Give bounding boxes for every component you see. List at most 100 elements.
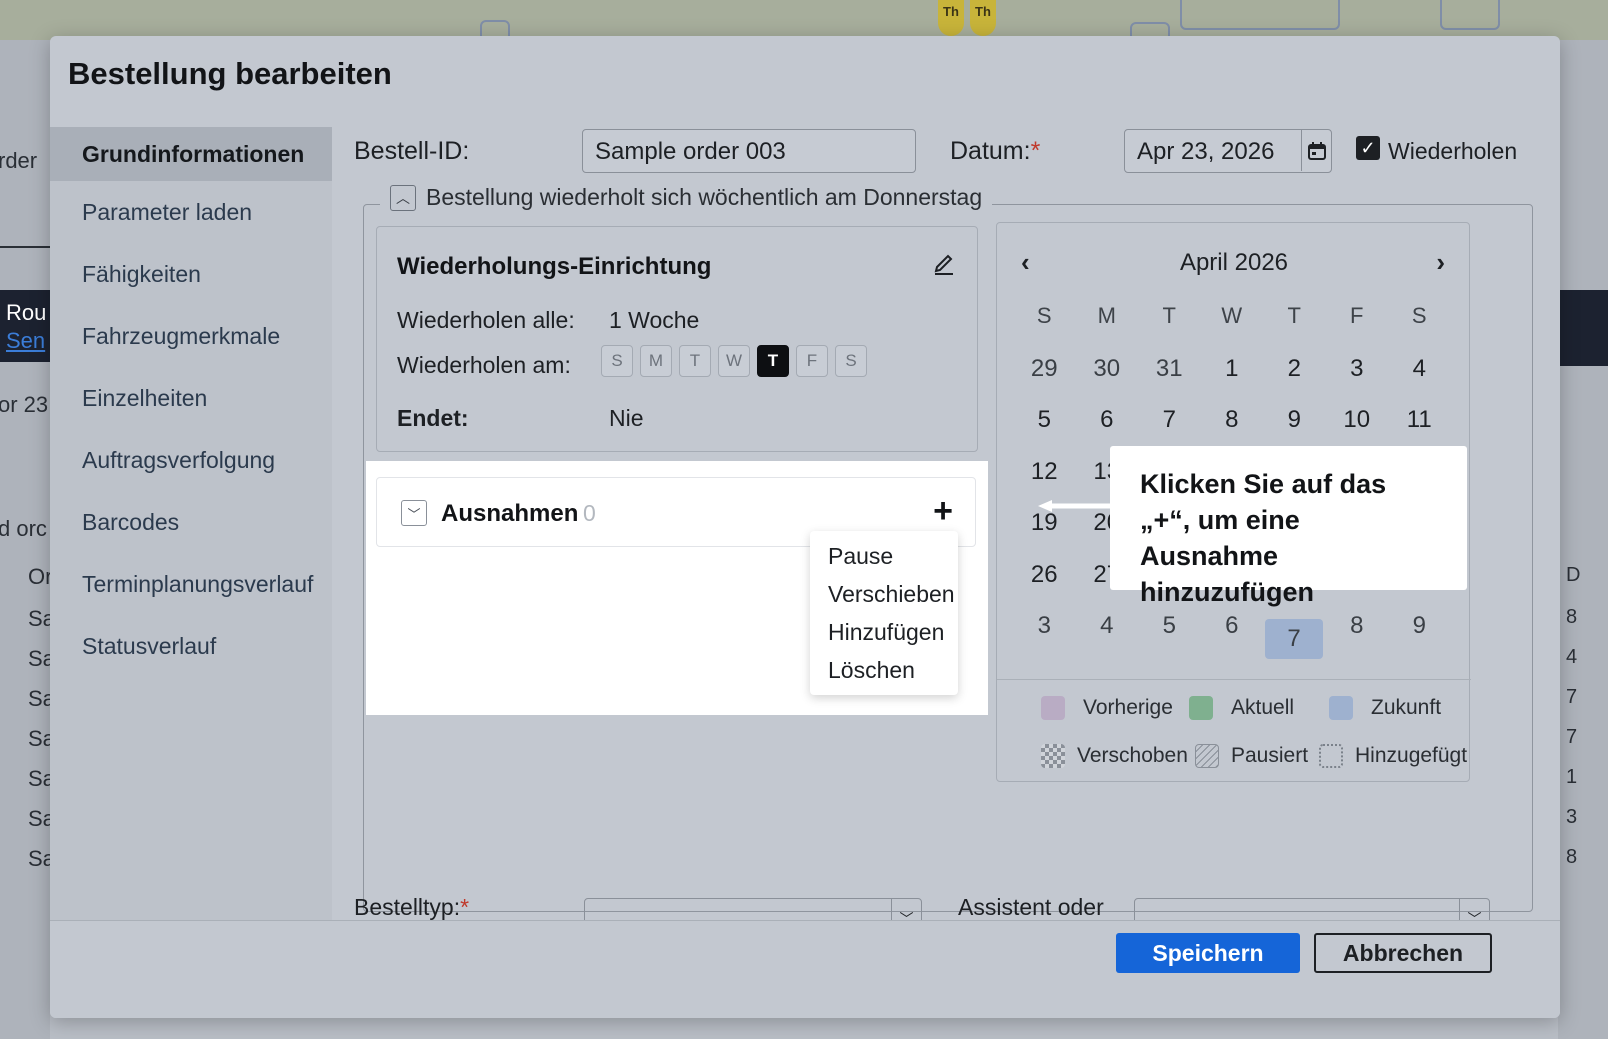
background-text: 3 bbox=[1566, 806, 1578, 828]
weekday-chip-thursday[interactable]: T bbox=[757, 345, 789, 377]
date-input[interactable]: Apr 23, 2026 bbox=[1124, 129, 1332, 173]
dialog-title: Bestellung bearbeiten bbox=[68, 56, 392, 91]
background-text: Sa bbox=[28, 606, 50, 631]
calendar-day[interactable]: 8 bbox=[1326, 601, 1389, 653]
background-link[interactable]: Sen bbox=[6, 328, 50, 354]
sidenav-item-scheduling-history[interactable]: Terminplanungsverlauf bbox=[50, 553, 332, 615]
calendar-day[interactable]: 29 bbox=[1013, 343, 1076, 395]
background-text: Sa bbox=[28, 726, 50, 751]
required-mark: * bbox=[1030, 137, 1041, 165]
exceptions-title: Ausnahmen bbox=[441, 500, 579, 527]
save-button[interactable]: Speichern bbox=[1116, 933, 1300, 973]
calendar-day[interactable]: 26 bbox=[1013, 549, 1076, 601]
sidenav-item-load-parameters[interactable]: Parameter laden bbox=[50, 181, 332, 243]
background-text: Rou bbox=[6, 300, 47, 325]
calendar-picker-icon[interactable] bbox=[1301, 130, 1331, 171]
background-text: 7 bbox=[1566, 726, 1578, 748]
dialog-sidenav: Grundinformationen Parameter laden Fähig… bbox=[50, 127, 332, 957]
legend-item-moved: Verschoben bbox=[1041, 744, 1188, 768]
menu-item-delete[interactable]: Löschen bbox=[810, 651, 958, 689]
calendar-day[interactable]: 11 bbox=[1388, 395, 1451, 447]
background-text: Sa bbox=[28, 646, 50, 671]
sidenav-item-details[interactable]: Einzelheiten bbox=[50, 367, 332, 429]
calendar-legend: Vorherige Aktuell Zukunft Verschoben Pau… bbox=[997, 679, 1471, 768]
exceptions-count: 0 bbox=[583, 500, 596, 526]
map-road bbox=[1440, 0, 1500, 30]
exception-type-menu: Pause Verschieben Hinzufügen Löschen bbox=[810, 531, 958, 695]
chevron-up-icon[interactable]: ︿ bbox=[390, 184, 416, 211]
sidenav-item-capabilities[interactable]: Fähigkeiten bbox=[50, 243, 332, 305]
background-text: D bbox=[1566, 564, 1581, 586]
calendar-day[interactable]: 9 bbox=[1263, 395, 1326, 447]
ends-label: Endet: bbox=[397, 405, 469, 431]
calendar-day[interactable]: 9 bbox=[1388, 601, 1451, 653]
calendar-day[interactable]: 30 bbox=[1076, 343, 1139, 395]
weekday-chip-monday[interactable]: M bbox=[640, 345, 672, 377]
legend-item-previous: Vorherige bbox=[1041, 696, 1173, 720]
weekday-chips: S M T W T F S bbox=[601, 345, 867, 377]
calendar-day[interactable]: 1 bbox=[1201, 343, 1264, 395]
weekday-header: M bbox=[1097, 303, 1116, 328]
date-label: Datum:* bbox=[950, 137, 1041, 165]
calendar-day[interactable]: 7 bbox=[1265, 618, 1323, 659]
sidenav-item-basic-info[interactable]: Grundinformationen bbox=[50, 127, 332, 181]
assigned-label: Assistent oder bbox=[958, 894, 1104, 920]
repeat-every-label: Wiederholen alle: bbox=[397, 307, 575, 333]
background-text: 8 bbox=[1566, 846, 1578, 868]
sidenav-item-status-history[interactable]: Statusverlauf bbox=[50, 615, 332, 677]
weekday-chip-wednesday[interactable]: W bbox=[718, 345, 750, 377]
weekday-chip-sunday[interactable]: S bbox=[601, 345, 633, 377]
order-type-label: Bestelltyp:* bbox=[354, 894, 470, 920]
calendar-day[interactable]: 4 bbox=[1388, 343, 1451, 395]
repeat-on-label: Wiederholen am: bbox=[397, 352, 571, 378]
menu-item-add[interactable]: Hinzufügen bbox=[810, 613, 958, 651]
weekday-header: S bbox=[1036, 303, 1052, 328]
map-pin: Th bbox=[970, 0, 996, 36]
repeat-checkbox[interactable]: ✓ bbox=[1356, 136, 1380, 160]
edit-pencil-icon[interactable] bbox=[933, 251, 955, 281]
sidenav-item-barcodes[interactable]: Barcodes bbox=[50, 491, 332, 553]
background-text: rder bbox=[0, 148, 38, 173]
calendar-day[interactable]: 8 bbox=[1201, 395, 1264, 447]
weekday-header: W bbox=[1221, 303, 1243, 328]
weekday-header: S bbox=[1411, 303, 1427, 328]
menu-item-pause[interactable]: Pause bbox=[810, 537, 958, 575]
add-exception-button[interactable]: + bbox=[933, 492, 953, 531]
calendar-day[interactable]: 4 bbox=[1076, 601, 1139, 653]
next-month-button[interactable]: › bbox=[1436, 247, 1445, 278]
map-road bbox=[1180, 0, 1340, 30]
calendar-day[interactable]: 5 bbox=[1013, 395, 1076, 447]
calendar-day[interactable]: 12 bbox=[1013, 446, 1076, 498]
date-value: Apr 23, 2026 bbox=[1137, 138, 1275, 165]
background-text: Sa bbox=[28, 846, 50, 871]
sidenav-item-vehicle-features[interactable]: Fahrzeugmerkmale bbox=[50, 305, 332, 367]
calendar-day[interactable]: 31 bbox=[1138, 343, 1201, 395]
chevron-down-icon[interactable]: ﹀ bbox=[401, 500, 427, 526]
cancel-button[interactable]: Abbrechen bbox=[1314, 933, 1492, 973]
calendar-day[interactable]: 10 bbox=[1326, 395, 1389, 447]
add-exception-tooltip: Klicken Sie auf das „+“, um eine Ausnahm… bbox=[1110, 446, 1467, 607]
calendar-month-title: April 2026 bbox=[1179, 249, 1289, 276]
calendar-day[interactable]: 7 bbox=[1138, 395, 1201, 447]
weekday-chip-tuesday[interactable]: T bbox=[679, 345, 711, 377]
legend-item-added: Hinzugefügt bbox=[1319, 744, 1467, 768]
calendar-day[interactable]: 3 bbox=[1326, 343, 1389, 395]
weekday-chip-friday[interactable]: F bbox=[796, 345, 828, 377]
background-text: 8 bbox=[1566, 606, 1578, 628]
background-text: 1 bbox=[1566, 766, 1578, 788]
calendar-day[interactable]: 3 bbox=[1013, 601, 1076, 653]
menu-item-move[interactable]: Verschieben bbox=[810, 575, 958, 613]
dialog-footer: Speichern Abbrechen bbox=[50, 920, 1560, 1018]
background-map: Th Th bbox=[0, 0, 1608, 52]
order-id-input[interactable]: Sample order 003 bbox=[582, 129, 916, 173]
background-divider bbox=[0, 246, 50, 248]
calendar-day[interactable]: 2 bbox=[1263, 343, 1326, 395]
sidenav-item-order-tracking[interactable]: Auftragsverfolgung bbox=[50, 429, 332, 491]
exceptions-panel: ﹀ Ausnahmen 0 + Pause Verschieben Hinzuf… bbox=[366, 461, 988, 715]
calendar-day[interactable]: 6 bbox=[1076, 395, 1139, 447]
background-table-right: D 8 4 7 7 1 3 8 bbox=[1558, 40, 1608, 1039]
legend-swatch bbox=[1189, 696, 1213, 720]
background-table-left: rder Rou Sen or 23 d orc Or Sa Sa Sa Sa … bbox=[0, 40, 50, 1039]
legend-swatch bbox=[1041, 696, 1065, 720]
weekday-chip-saturday[interactable]: S bbox=[835, 345, 867, 377]
